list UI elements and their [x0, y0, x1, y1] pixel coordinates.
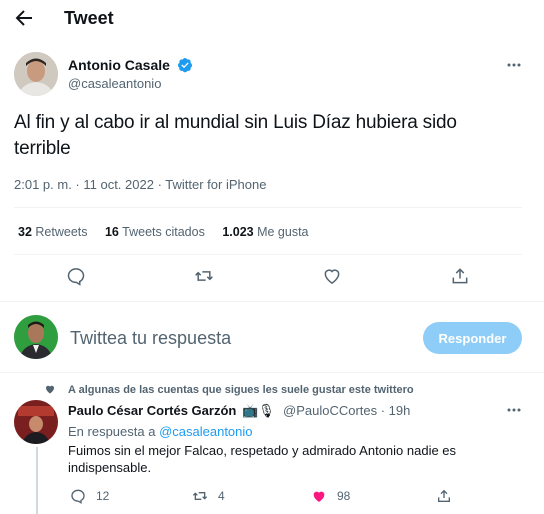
thread-line — [36, 447, 38, 514]
reply-author-avatar[interactable] — [14, 400, 58, 444]
author-avatar[interactable] — [14, 52, 58, 96]
more-horizontal-icon — [507, 408, 521, 412]
more-options-button[interactable] — [504, 55, 524, 75]
divider — [0, 301, 544, 302]
author-name-text: Antonio Casale — [68, 57, 170, 73]
reply-submit-button[interactable]: Responder — [423, 322, 522, 354]
tv-icon: 📺 — [241, 403, 259, 418]
share-icon — [452, 268, 468, 284]
reply-share-button[interactable] — [436, 488, 462, 504]
retweet-icon — [192, 492, 208, 500]
social-context: A algunas de las cuentas que sigues les … — [68, 384, 414, 396]
likes-stat[interactable]: 1.023 Me gusta — [222, 225, 308, 239]
tweet-stats: 32 Retweets 16 Tweets citados 1.023 Me g… — [18, 224, 309, 241]
reply-retweet-button[interactable]: 4 — [192, 488, 225, 504]
heart-social-icon — [46, 385, 54, 394]
like-button[interactable] — [322, 266, 346, 290]
verified-badge-icon — [177, 58, 192, 73]
retweets-stat[interactable]: 32 Retweets — [18, 225, 88, 239]
tweet-meta[interactable]: 2:01 p. m. · 11 oct. 2022 · Twitter for … — [14, 176, 266, 193]
heart-icon — [324, 269, 340, 284]
reply-icon — [71, 489, 85, 504]
reply-icon — [67, 268, 85, 286]
page-title: Tweet — [64, 8, 114, 28]
reply-author-handle[interactable]: @PauloCCortes · 19h — [283, 402, 410, 419]
author-handle[interactable]: @casaleantonio — [68, 75, 161, 92]
reply-more-options-button[interactable] — [504, 400, 524, 420]
author-name[interactable]: Antonio Casale — [68, 56, 193, 74]
reply-like-count: 98 — [337, 489, 351, 503]
reply-button[interactable] — [66, 266, 90, 290]
replying-to: En respuesta a @casaleantonio — [68, 424, 253, 439]
divider — [0, 372, 544, 373]
microphone-icon: 🎙 — [258, 403, 275, 418]
divider — [14, 207, 522, 208]
reply-reply-count: 12 — [96, 489, 110, 503]
user-avatar[interactable] — [14, 315, 58, 359]
reply-input[interactable]: Twittea tu respuesta — [70, 327, 231, 349]
share-icon — [438, 489, 450, 502]
tweet-text: Al fin y al cabo ir al mundial sin Luis … — [14, 112, 457, 159]
retweet-icon — [195, 271, 213, 281]
reply-text: Fuimos sin el mejor Falcao, respetado y … — [68, 443, 457, 475]
back-button[interactable] — [12, 6, 36, 30]
reply-like-button[interactable]: 98 — [311, 488, 350, 504]
reply-reply-button[interactable]: 12 — [70, 488, 109, 504]
reply-author-name[interactable]: Paulo César Cortés Garzón 📺🎙 — [68, 402, 275, 419]
reply-retweet-count: 4 — [218, 489, 225, 503]
heart-filled-icon — [313, 491, 325, 502]
more-horizontal-icon — [507, 63, 521, 67]
arrow-left-icon — [15, 10, 32, 26]
quotes-stat[interactable]: 16 Tweets citados — [105, 225, 205, 239]
divider — [14, 254, 522, 255]
share-button[interactable] — [450, 266, 474, 290]
replying-to-handle[interactable]: @casaleantonio — [159, 424, 252, 439]
retweet-button[interactable] — [194, 266, 218, 290]
